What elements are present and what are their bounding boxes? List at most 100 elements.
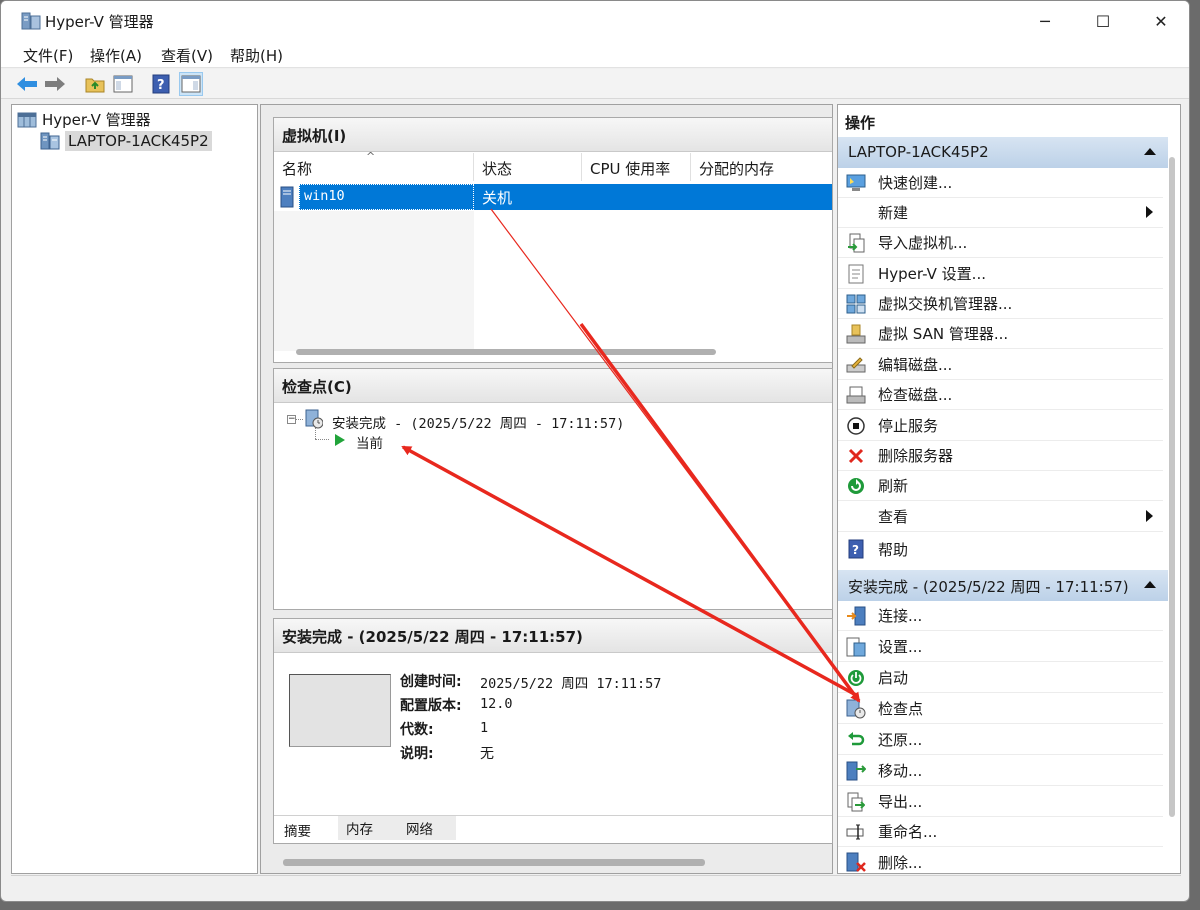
action-start[interactable]: 启动 (838, 663, 1163, 693)
column-name[interactable]: 名称 (274, 153, 474, 181)
action-pane-icon (181, 75, 201, 93)
help-book-icon: ? (152, 74, 170, 94)
checkpoint-node[interactable]: 安装完成 - (2025/5/22 周四 - 17:11:57) (332, 412, 624, 432)
settings-document-icon (846, 264, 866, 284)
action-quick-create[interactable]: 快速创建... (838, 168, 1163, 198)
tree-connector-horizontal (315, 439, 329, 440)
section-host[interactable]: LAPTOP-1ACK45P2 (838, 137, 1168, 168)
checkpoints-panel: 检查点(C) − 安装完成 - (2025/5/22 周四 - 17:11:57… (273, 368, 833, 610)
console-tree: Hyper-V 管理器 LAPTOP-1ACK45P2 (11, 104, 258, 874)
column-state[interactable]: 状态 (474, 153, 582, 181)
back-arrow-icon (17, 77, 37, 91)
vm-name: win10 (299, 184, 474, 210)
action-import-vm[interactable]: 导入虚拟机... (838, 228, 1163, 258)
action-virtual-san-manager-label: 虚拟 SAN 管理器... (878, 325, 1009, 343)
new-icon (846, 203, 866, 223)
menu-action[interactable]: 操作(A) (90, 45, 142, 66)
action-revert-label: 还原... (878, 731, 923, 749)
tree-item-host[interactable]: LAPTOP-1ACK45P2 (40, 131, 212, 151)
checkpoint-icon (846, 699, 866, 719)
column-cpu-usage[interactable]: CPU 使用率 (582, 153, 691, 181)
tree-item-hyper-v-manager[interactable]: Hyper-V 管理器 (17, 109, 151, 130)
action-new[interactable]: 新建 (838, 198, 1163, 228)
section-checkpoint[interactable]: 安装完成 - (2025/5/22 周四 - 17:11:57) (838, 570, 1168, 601)
action-settings[interactable]: 设置... (838, 632, 1163, 662)
inspect-disk-icon (846, 385, 866, 405)
refresh-icon (846, 476, 866, 496)
action-revert[interactable]: 还原... (838, 725, 1163, 755)
edit-disk-icon (846, 355, 866, 375)
action-checkpoint[interactable]: 检查点 (838, 694, 1163, 724)
move-icon (846, 761, 866, 781)
vm-list-horizontal-scrollbar[interactable] (296, 349, 716, 355)
help-icon: ? (846, 539, 866, 559)
detail-config-label: 配置版本: (400, 698, 462, 714)
action-rename[interactable]: 重命名... (838, 817, 1163, 847)
help-toolbar-button[interactable]: ? (149, 72, 173, 96)
detail-notes-label: 说明: (400, 746, 434, 762)
action-connect[interactable]: 连接... (838, 601, 1163, 631)
minimize-button[interactable]: ─ (1016, 1, 1074, 41)
show-action-pane-button[interactable] (179, 72, 203, 96)
menu-file[interactable]: 文件(F) (23, 45, 73, 66)
action-inspect-disk[interactable]: 检查磁盘... (838, 380, 1163, 410)
server-icon (40, 132, 60, 150)
virtual-machines-panel: 虚拟机(I) ^ 名称 状态 CPU 使用率 分配的内存 win10 关机 (273, 117, 833, 363)
up-folder-button[interactable] (83, 72, 107, 96)
action-new-label: 新建 (878, 204, 909, 222)
tree-root-label: Hyper-V 管理器 (42, 111, 151, 129)
vm-row-win10[interactable]: win10 关机 (274, 184, 832, 210)
action-edit-disk[interactable]: 编辑磁盘... (838, 350, 1163, 380)
quick-create-icon (846, 173, 866, 193)
tab-summary[interactable]: 摘要 (274, 816, 338, 843)
actions-vertical-scrollbar[interactable] (1169, 157, 1175, 817)
action-virtual-san-manager[interactable]: 虚拟 SAN 管理器... (838, 319, 1163, 349)
forward-button[interactable] (43, 72, 67, 96)
show-hide-console-tree-button[interactable] (111, 72, 135, 96)
action-help[interactable]: ? 帮助 (838, 534, 1163, 564)
action-hyperv-settings[interactable]: Hyper-V 设置... (838, 259, 1163, 289)
action-hyperv-settings-label: Hyper-V 设置... (878, 265, 986, 283)
action-move[interactable]: 移动... (838, 756, 1163, 786)
action-delete[interactable]: 删除... (838, 847, 1163, 877)
action-refresh[interactable]: 刷新 (838, 471, 1163, 501)
actions-title: 操作 (838, 105, 1180, 137)
action-inspect-disk-label: 检查磁盘... (878, 386, 953, 404)
hyper-v-manager-icon (17, 112, 37, 127)
hyper-v-app-icon (21, 12, 41, 30)
remove-x-icon (846, 446, 866, 466)
action-quick-create-label: 快速创建... (878, 174, 953, 192)
menu-help[interactable]: 帮助(H) (230, 45, 283, 66)
tree-host-label: LAPTOP-1ACK45P2 (65, 131, 212, 151)
details-panel: 安装完成 - (2025/5/22 周四 - 17:11:57) 创建时间: 2… (273, 618, 833, 844)
checkpoint-icon (305, 409, 323, 429)
detail-config-value: 12.0 (480, 696, 513, 712)
power-on-icon (846, 668, 866, 688)
center-pane: 虚拟机(I) ^ 名称 状态 CPU 使用率 分配的内存 win10 关机 检查… (260, 104, 833, 874)
close-button[interactable]: ✕ (1132, 1, 1189, 41)
detail-created-label: 创建时间: (400, 674, 462, 690)
action-import-vm-label: 导入虚拟机... (878, 234, 968, 252)
back-button[interactable] (15, 72, 39, 96)
export-icon (846, 792, 866, 812)
collapse-up-icon (1144, 148, 1156, 155)
action-stop-service[interactable]: 停止服务 (838, 411, 1163, 441)
forward-arrow-icon (45, 77, 65, 91)
virtual-machines-header: 虚拟机(I) (274, 118, 832, 152)
detail-generation-value: 1 (480, 720, 489, 736)
action-remove-server[interactable]: 删除服务器 (838, 441, 1163, 471)
maximize-button[interactable]: ☐ (1074, 1, 1132, 41)
delete-vm-icon (846, 852, 866, 872)
center-horizontal-scrollbar[interactable] (283, 859, 705, 866)
action-export[interactable]: 导出... (838, 787, 1163, 817)
column-assigned-memory[interactable]: 分配的内存 (691, 153, 832, 181)
tab-memory[interactable]: 内存 (338, 816, 398, 840)
tab-networking[interactable]: 网络 (398, 816, 456, 840)
title-bar: Hyper-V 管理器 ─ ☐ ✕ (1, 1, 1189, 41)
window-title: Hyper-V 管理器 (45, 13, 154, 31)
action-view[interactable]: 查看 (838, 502, 1163, 532)
current-state-node[interactable]: 当前 (356, 432, 383, 452)
menu-view[interactable]: 查看(V) (161, 45, 213, 66)
action-checkpoint-label: 检查点 (878, 700, 924, 718)
action-virtual-switch-manager[interactable]: 虚拟交换机管理器... (838, 289, 1163, 319)
